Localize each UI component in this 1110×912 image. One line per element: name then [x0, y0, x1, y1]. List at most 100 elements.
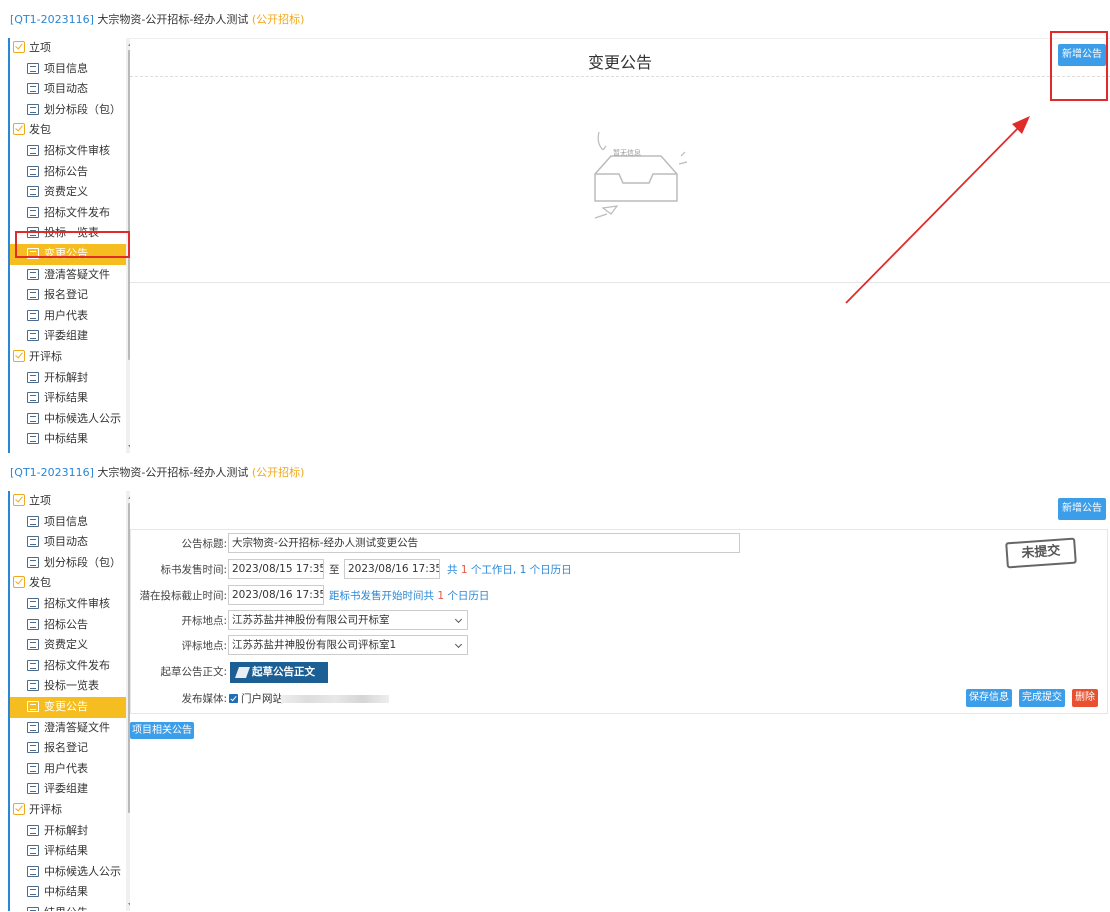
- sidebar-group-label: 立项: [29, 41, 51, 54]
- sidebar-group[interactable]: 立项: [10, 38, 130, 59]
- scroll-up-icon[interactable]: [128, 495, 130, 499]
- delete-button[interactable]: 删除: [1072, 689, 1098, 707]
- sidebar-item[interactable]: 评委组建: [10, 779, 130, 800]
- sidebar-item[interactable]: 项目动态: [10, 79, 130, 100]
- sidebar-item[interactable]: 资费定义: [10, 182, 130, 203]
- media-label: 发布媒体:: [181, 693, 227, 705]
- sidebar-item[interactable]: 报名登记: [10, 285, 130, 306]
- sidebar-item[interactable]: 结果公告: [10, 903, 130, 911]
- deadline-value: 2023/08/16 17:35: [232, 589, 324, 601]
- sidebar-group[interactable]: 发包: [10, 120, 130, 141]
- sidebar-item[interactable]: 招标文件审核: [10, 141, 130, 162]
- empty-text: 暂无信息: [613, 149, 641, 157]
- document-icon: [27, 433, 39, 445]
- sidebar-item[interactable]: 招标文件发布: [10, 203, 130, 224]
- sidebar-item[interactable]: 项目信息: [10, 59, 130, 80]
- title-label: 公告标题:: [181, 538, 227, 550]
- document-icon: [27, 783, 39, 795]
- document-icon: [27, 845, 39, 857]
- sidebar-item[interactable]: 中标候选人公示: [10, 409, 130, 430]
- related-announcements-button[interactable]: 项目相关公告: [130, 722, 194, 739]
- sidebar-item[interactable]: 招标公告: [10, 615, 130, 636]
- sidebar-item[interactable]: 澄清答疑文件: [10, 265, 130, 286]
- top-panel: [QT1-2023116] 大宗物资-公开招标-经办人测试 (公开招标) 立项项…: [0, 0, 1110, 455]
- sidebar-group-label: 发包: [29, 576, 51, 590]
- portal-checkbox[interactable]: [229, 694, 238, 703]
- sale-end-input[interactable]: 2023/08/16 17:35: [344, 559, 440, 579]
- sidebar-item[interactable]: 项目动态: [10, 532, 130, 553]
- page-title: 变更公告: [587, 53, 652, 72]
- submit-button[interactable]: 完成提交: [1019, 689, 1065, 707]
- sidebar-item-label: 中标结果: [44, 885, 88, 899]
- document-icon: [27, 83, 39, 95]
- workdays-unit: 个工作日,: [470, 564, 517, 576]
- sidebar-item-label: 变更公告: [44, 699, 88, 713]
- sidebar-group-label: 开评标: [29, 349, 62, 363]
- sidebar-item[interactable]: 投标一览表: [10, 676, 130, 697]
- draft-body-button[interactable]: 起草公告正文: [230, 662, 328, 683]
- sidebar-item[interactable]: 资费定义: [10, 635, 130, 656]
- sidebar-group[interactable]: 开评标: [10, 800, 130, 821]
- sidebar-item[interactable]: 中标结果: [10, 429, 130, 450]
- title-divider: [130, 76, 1110, 77]
- document-icon: [27, 639, 39, 651]
- sidebar-item[interactable]: 评标结果: [10, 388, 130, 409]
- sidebar-item[interactable]: 用户代表: [10, 759, 130, 780]
- sidebar-item[interactable]: 开标解封: [10, 821, 130, 842]
- sidebar-item[interactable]: 招标文件审核: [10, 594, 130, 615]
- scroll-down-icon[interactable]: [128, 445, 130, 449]
- sidebar-item[interactable]: 用户代表: [10, 306, 130, 327]
- document-icon: [27, 700, 39, 712]
- draft-label: 起草公告正文:: [160, 666, 227, 678]
- sidebar-group[interactable]: 发包: [10, 573, 130, 594]
- document-icon: [27, 536, 39, 548]
- document-icon: [27, 103, 39, 115]
- eval-location-label: 评标地点:: [181, 640, 227, 652]
- document-icon: [27, 62, 39, 74]
- sidebar-item[interactable]: 招标文件发布: [10, 656, 130, 677]
- sale-info-prefix: 共: [447, 564, 458, 576]
- sidebar-item-label: 用户代表: [44, 308, 88, 322]
- sidebar-item[interactable]: 评标结果: [10, 841, 130, 862]
- sidebar-item-label: 评委组建: [44, 782, 88, 796]
- deadline-info-unit: 个日历日: [447, 590, 490, 602]
- deadline-input[interactable]: 2023/08/16 17:35: [228, 585, 324, 605]
- sidebar-group[interactable]: 开评标: [10, 347, 130, 368]
- sidebar-item[interactable]: 澄清答疑文件: [10, 718, 130, 739]
- add-announcement-button[interactable]: 新增公告: [1058, 498, 1106, 520]
- sidebar-item[interactable]: 中标候选人公示: [10, 862, 130, 883]
- document-icon: [27, 515, 39, 527]
- sidebar-item[interactable]: 变更公告: [10, 696, 130, 718]
- document-icon: [27, 144, 39, 156]
- sidebar-item-label: 项目信息: [44, 514, 88, 528]
- checkbox-icon: [13, 41, 25, 53]
- project-title: 大宗物资-公开招标-经办人测试: [97, 13, 249, 26]
- document-icon: [27, 680, 39, 692]
- chevron-down-icon: [454, 640, 463, 649]
- sidebar-item[interactable]: 招标公告: [10, 162, 130, 183]
- sidebar-group[interactable]: 立项: [10, 491, 130, 512]
- eval-location-select[interactable]: 江苏苏盐井神股份有限公司评标室1: [228, 635, 468, 655]
- sidebar-item[interactable]: 划分标段（包）: [10, 100, 130, 121]
- title-input[interactable]: 大宗物资-公开招标-经办人测试变更公告: [228, 533, 740, 553]
- deadline-info: 距标书发售开始时间共 1 个日历日: [329, 585, 489, 607]
- sidebar-item-label: 招标文件审核: [44, 143, 110, 157]
- project-type: (公开招标): [251, 466, 305, 479]
- sidebar-item[interactable]: 开标解封: [10, 368, 130, 389]
- document-icon: [27, 762, 39, 774]
- deadline-label: 潜在投标截止时间:: [139, 590, 227, 602]
- sidebar-item[interactable]: 结果公告: [10, 450, 130, 454]
- sidebar-item-label: 中标候选人公示: [44, 411, 121, 425]
- sidebar-item[interactable]: 项目信息: [10, 512, 130, 533]
- sidebar-item-label: 招标公告: [44, 617, 88, 631]
- open-location-select[interactable]: 江苏苏盐井神股份有限公司开标室: [228, 610, 468, 630]
- bottom-panel: [QT1-2023116] 大宗物资-公开招标-经办人测试 (公开招标) 立项项…: [0, 458, 1110, 912]
- project-code: [QT1-2023116]: [10, 466, 94, 479]
- sidebar-item[interactable]: 报名登记: [10, 738, 130, 759]
- sidebar-item[interactable]: 划分标段（包）: [10, 553, 130, 574]
- scroll-down-icon[interactable]: [128, 903, 130, 907]
- sidebar-item[interactable]: 中标结果: [10, 882, 130, 903]
- sidebar-item[interactable]: 评委组建: [10, 326, 130, 347]
- save-button[interactable]: 保存信息: [966, 689, 1012, 707]
- sale-start-input[interactable]: 2023/08/15 17:35: [228, 559, 324, 579]
